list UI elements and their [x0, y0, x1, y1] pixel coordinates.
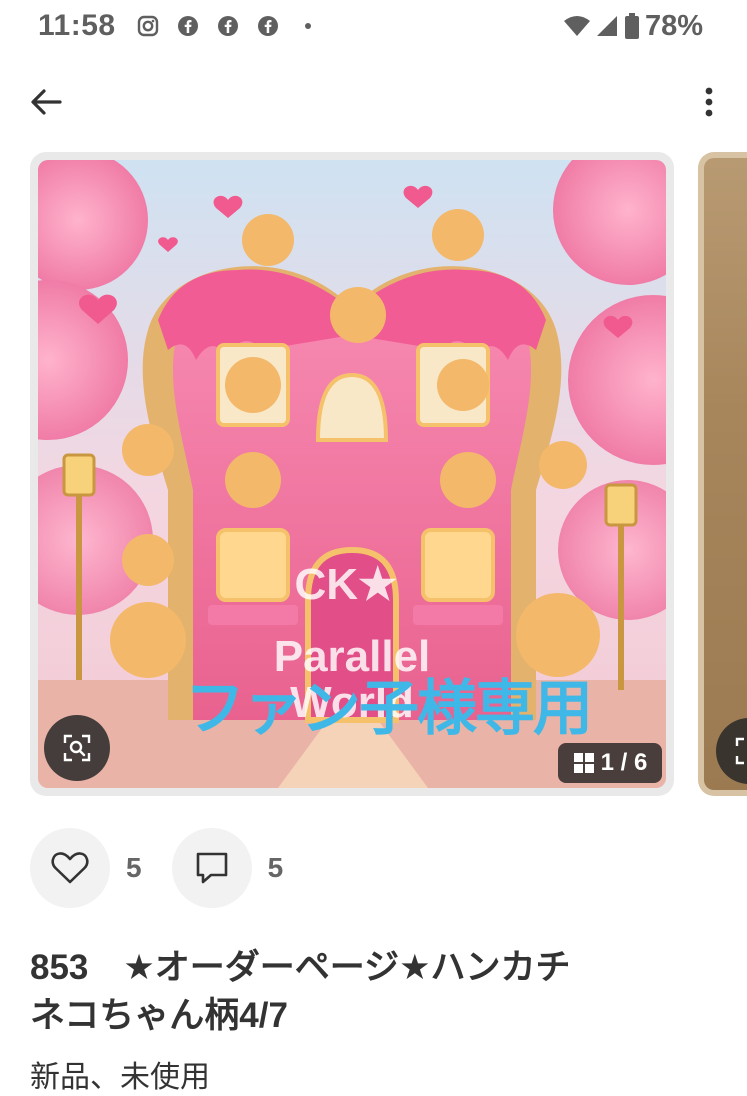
- overlay-reserved-text: ファン子様専用: [185, 674, 593, 744]
- visual-search-button[interactable]: [44, 715, 110, 781]
- item-title: 853 ★オーダーページ★ハンカチ ネコちゃん柄4/7: [30, 948, 571, 1035]
- item-condition: 新品、未使用: [30, 1061, 210, 1094]
- dot-icon: [296, 14, 320, 38]
- image-page-indicator: 1 / 6: [558, 743, 662, 783]
- product-illustration: CK★ Parallel World ファン子様専用: [38, 160, 666, 788]
- item-actions: 5 5: [30, 828, 313, 908]
- facebook-icon: [256, 14, 280, 38]
- like-button[interactable]: [30, 828, 110, 908]
- product-image[interactable]: CK★ Parallel World ファン子様専用: [30, 152, 674, 796]
- more-options-button[interactable]: [697, 82, 721, 122]
- instagram-icon: [136, 14, 160, 38]
- status-time: 11:58: [38, 9, 116, 42]
- notification-icons: [136, 12, 320, 40]
- facebook-icon: [176, 14, 200, 38]
- arrow-left-icon: [30, 88, 62, 116]
- back-button[interactable]: [26, 82, 66, 122]
- signal-icon: [595, 14, 619, 38]
- likes-count: 5: [126, 852, 142, 883]
- more-vertical-icon: [705, 87, 713, 117]
- wifi-icon: [563, 14, 591, 38]
- page-indicator-text: 1 / 6: [600, 749, 648, 776]
- status-bar: 11:58 78%: [0, 0, 747, 54]
- facebook-icon: [216, 14, 240, 38]
- comment-button[interactable]: [171, 828, 252, 908]
- battery-icon: [624, 13, 639, 39]
- system-status-icons: 78%: [563, 10, 703, 42]
- app-bar: [0, 74, 747, 130]
- next-image-preview: [704, 158, 747, 790]
- image-carousel[interactable]: CK★ Parallel World ファン子様専用 1 / 6: [0, 152, 747, 802]
- comments-count: 5: [267, 852, 284, 883]
- watermark-line-1: CK★: [294, 560, 398, 609]
- scan-icon: [62, 733, 92, 763]
- grid-icon: [573, 752, 595, 774]
- scan-icon: [734, 736, 747, 766]
- battery-percent: 78%: [644, 9, 703, 42]
- comment-icon: [194, 850, 230, 886]
- heart-icon: [51, 851, 89, 885]
- next-product-image[interactable]: [698, 152, 747, 796]
